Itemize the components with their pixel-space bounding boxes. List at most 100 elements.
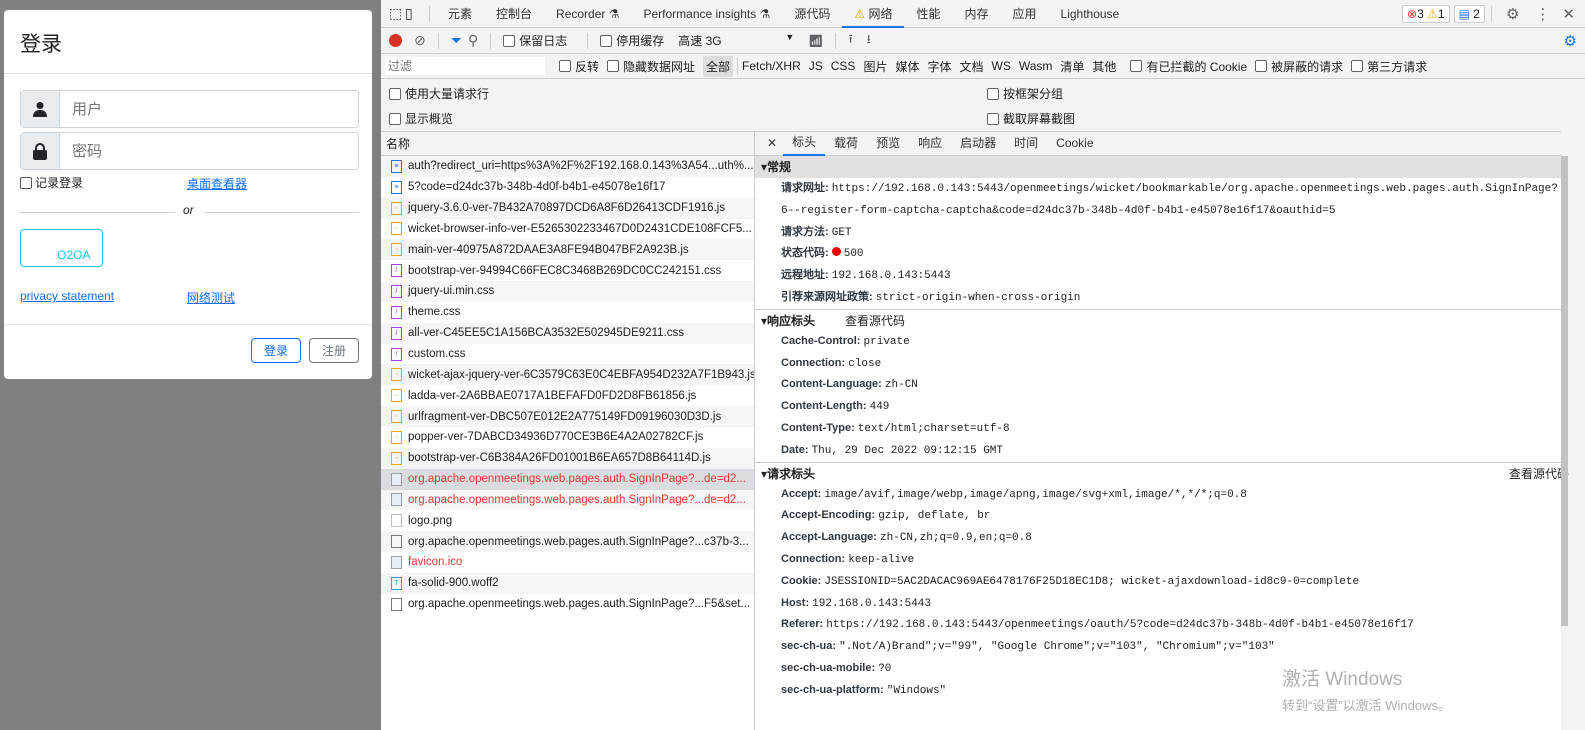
type-filter-img[interactable]: 图片	[863, 58, 887, 75]
request-row[interactable]: ≡ 5?code=d24dc37b-348b-4d0f-b4b1-e45078e1…	[381, 177, 754, 198]
column-header-name[interactable]: 名称	[381, 131, 754, 156]
detail-tab-preview[interactable]: 预览	[867, 132, 909, 155]
request-row[interactable]: ◦ wicket-browser-info-ver-E5265302233467D…	[381, 219, 754, 240]
register-button[interactable]: 注册	[309, 338, 359, 363]
request-row[interactable]: favicon.ico	[381, 552, 754, 573]
request-row[interactable]: ≡ auth?redirect_uri=https%3A%2F%2F192.168…	[381, 156, 754, 177]
username-input[interactable]	[60, 91, 358, 127]
request-row[interactable]: / jquery-ui.min.css	[381, 281, 754, 302]
type-filter-other[interactable]: 其他	[1092, 58, 1116, 75]
request-row[interactable]: / bootstrap-ver-94994C66FEC8C3468B269DC0C…	[381, 260, 754, 281]
request-row[interactable]: Tfa-solid-900.woff2	[381, 572, 754, 594]
remember-checkbox[interactable]: 记录登录	[20, 174, 83, 191]
request-row[interactable]: / custom.css	[381, 344, 754, 365]
type-filter-wasm[interactable]: Wasm	[1019, 59, 1053, 73]
tab-elements[interactable]: 元素	[436, 0, 484, 28]
show-overview-checkbox[interactable]: 显示概览	[389, 110, 453, 127]
request-headers-section-header[interactable]: ▾ 请求标头 查看源代码	[755, 461, 1569, 484]
big-rows-checkbox[interactable]: 使用大量请求行	[389, 85, 489, 102]
invert-checkbox[interactable]: 反转	[559, 58, 599, 75]
disable-cache-checkbox[interactable]: 停用缓存	[600, 32, 664, 49]
messages-badge[interactable]: ▤ 2	[1453, 4, 1485, 23]
general-section-header[interactable]: ▾常规	[755, 156, 1561, 178]
request-row[interactable]: org.apache.openmeetings.web.pages.auth.S…	[381, 489, 754, 511]
tab-performance[interactable]: 性能	[904, 0, 952, 28]
detail-tab-response[interactable]: 响应	[909, 132, 951, 155]
type-filter-media[interactable]: 媒体	[895, 58, 919, 75]
privacy-statement-link[interactable]: privacy statement	[20, 289, 114, 303]
third-party-checkbox[interactable]: 第三方请求	[1351, 58, 1427, 75]
filter-input[interactable]	[385, 57, 545, 75]
view-source-link[interactable]: 查看源代码	[845, 314, 905, 328]
network-test-link[interactable]: 网络测试	[187, 289, 235, 306]
request-row[interactable]: ◦ wicket-ajax-jquery-ver-6C3579C63E0C4EBF…	[381, 364, 754, 386]
request-row[interactable]: org.apache.openmeetings.web.pages.auth.S…	[381, 468, 754, 490]
tab-sources[interactable]: 源代码	[782, 0, 842, 28]
network-conditions-icon[interactable]: 📶︎	[808, 34, 823, 48]
type-filter-doc[interactable]: 文档	[959, 58, 983, 75]
network-settings-gear-icon[interactable]: ⚙	[1564, 32, 1577, 50]
export-har-icon[interactable]: ⭳	[867, 30, 871, 51]
type-filter-fetch-xhr[interactable]: Fetch/XHR	[742, 59, 801, 73]
request-row[interactable]: ◦ ladda-ver-2A6BBAE0717A1BEFAFD0FD2D8FB61…	[381, 385, 754, 406]
detail-tab-cookies[interactable]: Cookie	[1047, 132, 1102, 155]
type-filter-css[interactable]: CSS	[831, 59, 856, 73]
request-row[interactable]: ◦ urlfragment-ver-DBC507E012E2A775149FD09…	[381, 406, 754, 427]
group-by-frame-checkbox[interactable]: 按框架分组	[987, 85, 1063, 102]
tab-application[interactable]: 应用	[1001, 0, 1049, 28]
view-source-link[interactable]: 查看源代码	[1509, 463, 1569, 484]
throttle-select[interactable]: 高速 3G ▼	[678, 32, 794, 49]
type-filter-manifest[interactable]: 清单	[1060, 58, 1084, 75]
checkbox-box[interactable]	[20, 176, 32, 189]
request-row[interactable]: / all-ver-C45EE5C1A156BCA3532E502945DE921…	[381, 322, 754, 344]
capture-screenshots-checkbox[interactable]: 截取屏幕截图	[987, 110, 1075, 127]
blocked-cookies-checkbox[interactable]: 有已拦截的 Cookie	[1130, 58, 1247, 75]
type-filter-font[interactable]: 字体	[927, 58, 951, 75]
request-row[interactable]: ◦ main-ver-40975A872DAAE3A8FE94B047BF2A92…	[381, 239, 754, 261]
close-detail-icon[interactable]: ✕	[755, 132, 783, 155]
detail-tab-timing[interactable]: 时间	[1005, 132, 1047, 155]
type-filter-js[interactable]: JS	[809, 59, 823, 73]
detail-tab-headers[interactable]: 标头	[783, 131, 826, 156]
desktop-viewer-link[interactable]: 桌面查看器	[187, 175, 247, 192]
record-icon[interactable]	[389, 34, 402, 47]
request-row[interactable]: logo.png	[381, 510, 754, 531]
tab-performance-insights[interactable]: Performance insights ⚗	[632, 0, 783, 28]
preserve-log-checkbox[interactable]: 保留日志	[503, 32, 567, 49]
detail-scrollbar[interactable]	[1561, 156, 1568, 626]
request-row[interactable]: ◦ jquery-3.6.0-ver-7B432A70897DCD6A8F6D26…	[381, 197, 754, 219]
clear-icon[interactable]: ⊘	[414, 32, 426, 49]
tab-network[interactable]: ⚠ 网络	[842, 0, 905, 28]
password-input[interactable]	[60, 133, 358, 169]
tab-memory[interactable]: 内存	[952, 0, 1000, 28]
detail-tab-payload[interactable]: 载荷	[825, 132, 867, 155]
search-icon[interactable]: ⚲	[468, 32, 478, 49]
issues-badge[interactable]: ⊗3 ⚠1	[1402, 4, 1450, 23]
request-row[interactable]: / theme.css	[381, 302, 754, 323]
tab-lighthouse[interactable]: Lighthouse	[1049, 0, 1132, 28]
request-row[interactable]: org.apache.openmeetings.web.pages.auth.S…	[381, 531, 754, 553]
settings-gear-icon[interactable]: ⚙	[1506, 5, 1519, 23]
hide-data-urls-checkbox[interactable]: 隐藏数据网址	[607, 58, 695, 75]
close-icon[interactable]: ✕	[1562, 5, 1575, 23]
response-headers-section-header[interactable]: ▾响应标头 查看源代码	[755, 308, 1561, 331]
import-har-icon[interactable]: ⭱	[848, 30, 852, 51]
device-toolbar-icon[interactable]: ▯	[405, 5, 423, 22]
inspect-icon[interactable]: ⬚	[389, 5, 405, 22]
type-filter-all[interactable]: 全部	[703, 55, 734, 77]
detail-tab-initiator[interactable]: 启动器	[951, 132, 1005, 155]
tab-console[interactable]: 控制台	[484, 0, 544, 28]
filter-icon[interactable]: ⏷	[451, 32, 462, 49]
header-key: Accept:	[781, 487, 822, 500]
request-row[interactable]: ◦ bootstrap-ver-C6B384A26FD01001B6EA657D8…	[381, 447, 754, 469]
request-row[interactable]: org.apache.openmeetings.web.pages.auth.S…	[381, 594, 754, 615]
blocked-requests-checkbox[interactable]: 被屏蔽的请求	[1255, 58, 1343, 75]
type-filter-ws[interactable]: WS	[992, 59, 1011, 73]
remember-label: 记录登录	[35, 176, 84, 190]
more-menu-icon[interactable]: ⋮	[1535, 5, 1550, 23]
request-row[interactable]: ◦ popper-ver-7DABCD34936D770CE3B6E4A2A027…	[381, 427, 754, 448]
login-button[interactable]: 登录	[251, 338, 301, 363]
tab-recorder[interactable]: Recorder ⚗	[544, 0, 631, 28]
devtools-panel: ⬚ ▯ 元素 控制台 Recorder ⚗ Performance insigh…	[381, 0, 1585, 730]
o2oa-oauth-button[interactable]: O2OA	[20, 229, 103, 267]
